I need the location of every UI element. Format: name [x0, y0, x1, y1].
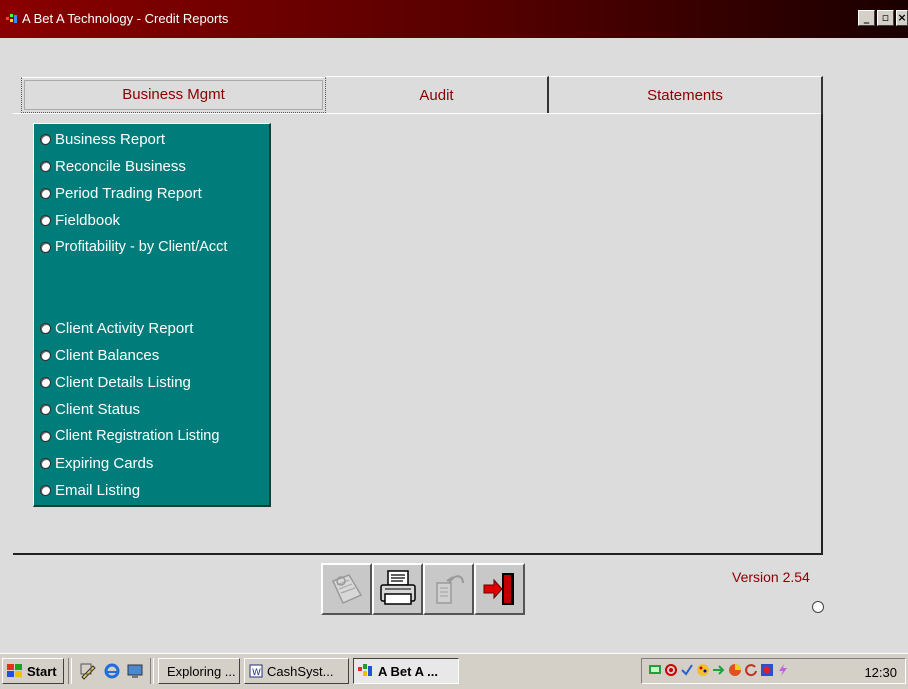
- version-label: Version 2.54: [732, 569, 810, 585]
- option-label: Reconcile Business: [55, 157, 186, 175]
- taskbar-separator: [150, 658, 154, 684]
- radio-button[interactable]: [40, 133, 51, 145]
- app-icon: [6, 14, 17, 23]
- pie-tray-icon[interactable]: [728, 663, 742, 677]
- radio-button[interactable]: [40, 187, 51, 199]
- option-client-details-listing[interactable]: Client Details Listing: [40, 371, 191, 393]
- option-label: Fieldbook: [55, 211, 121, 229]
- task-cashsyst[interactable]: W CashSyst...: [244, 658, 349, 684]
- shield-tray-icon[interactable]: [760, 663, 774, 677]
- radio-button[interactable]: [40, 430, 51, 442]
- option-expiring-cards[interactable]: Expiring Cards: [40, 452, 153, 474]
- task-label: CashSyst...: [267, 663, 334, 679]
- title-bar: A Bet A Technology - Credit Reports _ ▫ …: [0, 0, 908, 38]
- option-label: Client Registration Listing: [55, 428, 220, 444]
- word-document-icon: W: [249, 664, 263, 678]
- radio-button[interactable]: [40, 214, 51, 226]
- maximize-button[interactable]: ▫: [877, 10, 894, 26]
- exit-button[interactable]: [474, 563, 525, 615]
- taskbar: Start Exploring ... W CashSyst... A Bet …: [0, 653, 908, 689]
- action-toolbar: [321, 563, 525, 615]
- task-label: A Bet A ...: [378, 663, 438, 679]
- radio-button[interactable]: [40, 403, 51, 415]
- option-business-report[interactable]: Business Report: [40, 128, 165, 150]
- printer-icon: [379, 570, 416, 605]
- task-label: Exploring ...: [167, 663, 236, 679]
- option-period-trading-report[interactable]: Period Trading Report: [40, 182, 202, 204]
- record-tray-icon[interactable]: [664, 663, 678, 677]
- radio-button[interactable]: [40, 322, 51, 334]
- taskbar-separator: [68, 658, 72, 684]
- close-button[interactable]: ×: [896, 10, 908, 26]
- report-tools-icon: [435, 575, 464, 604]
- preview-icon: [331, 574, 362, 604]
- internet-explorer-icon[interactable]: [103, 662, 121, 680]
- windows-logo-icon: [7, 664, 22, 677]
- option-label: Profitability - by Client/Acct: [55, 239, 228, 255]
- start-button[interactable]: Start: [2, 658, 64, 684]
- window-title: A Bet A Technology - Credit Reports: [22, 11, 229, 26]
- exit-door-icon: [483, 573, 514, 605]
- tab-statements[interactable]: Statements: [549, 76, 823, 114]
- option-label: Client Details Listing: [55, 373, 191, 391]
- tab-strip: Business Mgmt Audit Statements: [13, 76, 823, 114]
- radio-button[interactable]: [40, 241, 51, 253]
- edit-pencil-icon[interactable]: [79, 662, 97, 680]
- option-client-activity-report[interactable]: Client Activity Report: [40, 317, 193, 339]
- tab-audit[interactable]: Audit: [326, 76, 549, 114]
- option-label: Expiring Cards: [55, 454, 154, 472]
- option-label: Period Trading Report: [55, 184, 202, 202]
- start-label: Start: [27, 663, 57, 679]
- report-options-panel: Business Report Reconcile Business Perio…: [33, 123, 271, 507]
- network-tray-icon[interactable]: [648, 663, 662, 677]
- option-client-balances[interactable]: Client Balances: [40, 344, 159, 366]
- option-reconcile-business[interactable]: Reconcile Business: [40, 155, 186, 177]
- clock: 12:30: [864, 665, 897, 680]
- status-indicator: [812, 601, 824, 613]
- radio-button[interactable]: [40, 484, 51, 496]
- preview-button[interactable]: [321, 563, 372, 615]
- radio-button[interactable]: [40, 376, 51, 388]
- option-email-listing[interactable]: Email Listing: [40, 479, 140, 501]
- option-label: Client Balances: [55, 346, 160, 364]
- radio-button[interactable]: [40, 160, 51, 172]
- tab-business-mgmt[interactable]: Business Mgmt: [21, 77, 326, 113]
- radio-button[interactable]: [40, 349, 51, 361]
- task-a-bet-a[interactable]: A Bet A ...: [353, 658, 459, 684]
- option-profitability[interactable]: Profitability - by Client/Acct: [40, 236, 227, 258]
- radio-button[interactable]: [40, 457, 51, 469]
- system-tray: 12:30: [641, 658, 906, 684]
- minimize-button[interactable]: _: [858, 10, 875, 26]
- option-client-registration-listing[interactable]: Client Registration Listing: [40, 425, 219, 447]
- refresh-tray-icon[interactable]: [744, 663, 758, 677]
- option-label: Email Listing: [55, 481, 141, 499]
- option-client-status[interactable]: Client Status: [40, 398, 140, 420]
- option-label: Client Activity Report: [55, 319, 194, 337]
- tab-divider: [13, 113, 821, 114]
- arrow-tray-icon[interactable]: [712, 663, 726, 677]
- report-tools-button[interactable]: [423, 563, 474, 615]
- task-exploring[interactable]: Exploring ...: [158, 658, 240, 684]
- palette-tray-icon[interactable]: [696, 663, 710, 677]
- app-icon: [358, 664, 372, 676]
- print-button[interactable]: [372, 563, 423, 615]
- show-desktop-icon[interactable]: [126, 662, 144, 680]
- checkmark-tray-icon[interactable]: [680, 663, 694, 677]
- option-label: Client Status: [55, 400, 141, 418]
- lightning-tray-icon[interactable]: [776, 663, 790, 677]
- svg-text:W: W: [252, 668, 261, 678]
- option-label: Business Report: [55, 130, 166, 148]
- option-fieldbook[interactable]: Fieldbook: [40, 209, 120, 231]
